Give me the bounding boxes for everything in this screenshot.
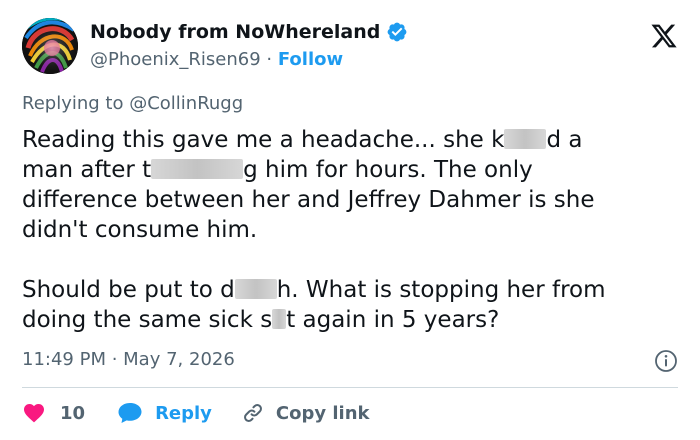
copy-link-button[interactable]: Copy link — [242, 402, 370, 424]
tweet-text: Reading this gave me a headache... she k… — [22, 125, 682, 335]
censor-blur — [504, 129, 547, 149]
tweet-text-segment: man after t — [22, 157, 152, 183]
copy-link-label: Copy link — [275, 402, 370, 424]
author-display-name[interactable]: Nobody from NoWhereland — [90, 20, 380, 44]
tweet-text-segment: h. What is stopping her from — [276, 277, 606, 303]
heart-icon — [24, 404, 44, 423]
replying-to-prefix: Replying to — [22, 93, 130, 114]
censor-blur — [234, 279, 277, 299]
action-bar: 10 Reply Copy link — [22, 399, 370, 427]
tweet-text-segment: didn't consume him. — [22, 217, 258, 243]
tweet-text-segment: difference between her and Jeffrey Dahme… — [22, 187, 595, 213]
info-icon[interactable] — [654, 349, 678, 373]
tweet-date: May 7, 2026 — [123, 349, 235, 370]
reply-label: Reply — [155, 402, 212, 424]
censor-blur — [272, 309, 287, 329]
tweet-time: 11:49 PM — [22, 349, 106, 370]
divider — [22, 387, 678, 388]
tweet-text-segment: Reading this gave me a headache... she k — [22, 127, 505, 153]
like-button[interactable]: 10 — [22, 401, 85, 425]
rainbow-swirl-avatar-icon — [22, 18, 78, 74]
timestamp-separator: · — [105, 349, 124, 370]
author-handle[interactable]: @Phoenix_Risen69 — [90, 49, 261, 70]
tweet-text-segment: d a — [546, 127, 583, 153]
tweet-text-segment: g him for hours. The only — [243, 157, 533, 183]
reply-button[interactable]: Reply — [117, 401, 212, 425]
follow-button[interactable]: Follow — [278, 49, 343, 70]
tweet-text-segment: t again in 5 years? — [286, 307, 500, 333]
link-icon — [243, 404, 262, 422]
tweet-paragraph-2: Should be put to d h. What is stopping he… — [22, 275, 682, 335]
replying-to-mention[interactable]: @CollinRugg — [129, 93, 243, 114]
tweet-paragraph-1: Reading this gave me a headache... she k… — [22, 125, 682, 245]
verified-badge-icon — [387, 22, 407, 42]
tweet-text-segment: Should be put to d — [22, 277, 235, 303]
speech-bubble-icon — [118, 403, 142, 423]
tweet-text-segment: doing the same sick s — [22, 307, 273, 333]
tweet-timestamp[interactable]: 11:49 PM · May 7, 2026 — [22, 348, 235, 372]
like-count: 10 — [60, 402, 86, 424]
avatar[interactable] — [22, 18, 78, 74]
replying-to: Replying to @CollinRugg — [22, 92, 243, 116]
author-handle-row: @Phoenix_Risen69 · Follow — [90, 48, 343, 72]
handle-separator: · — [260, 49, 278, 70]
censor-blur — [151, 159, 244, 179]
author-name-row: Nobody from NoWhereland — [90, 20, 408, 44]
x-logo-icon[interactable] — [650, 22, 678, 50]
